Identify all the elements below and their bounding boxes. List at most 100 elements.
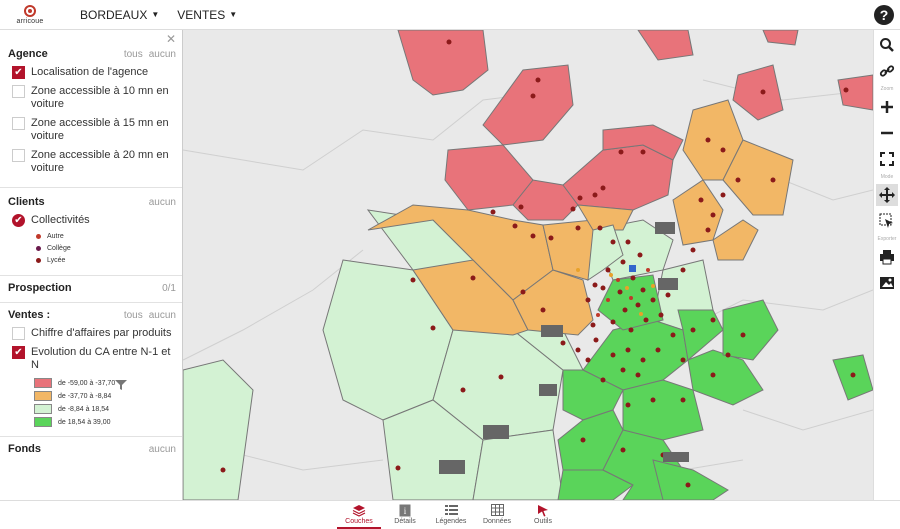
logo-mark-icon <box>24 4 36 17</box>
tab-label: Données <box>482 518 512 525</box>
swatch <box>34 417 52 427</box>
section-title: Ventes : <box>8 309 51 321</box>
menu-bordeaux-label: BORDEAUX <box>80 7 148 22</box>
tab-label: Détails <box>394 518 416 525</box>
select-area-icon[interactable] <box>876 210 898 232</box>
layer-zone-15[interactable]: Zone accessible à 15 mn en voiture <box>12 117 176 143</box>
table-icon <box>490 504 504 518</box>
bottom-tabs: Couches i Détails Légendes Données Outil… <box>337 501 567 529</box>
filter-icon[interactable] <box>114 378 128 392</box>
section-title: Clients <box>8 196 45 208</box>
select-all-link[interactable]: tous <box>124 49 143 60</box>
layer-agence-location[interactable]: ✔ Localisation de l'agence <box>12 66 176 79</box>
section-links: tous aucun <box>118 49 176 60</box>
pan-icon[interactable] <box>876 184 898 206</box>
legend-item: Lycée <box>36 257 176 264</box>
toolbar-section-label: Exporter <box>877 236 897 242</box>
swatch <box>34 391 52 401</box>
legend-item: de -8,84 à 18,54 <box>34 404 176 414</box>
radio-checked[interactable]: ✔ <box>12 214 25 227</box>
tab-label: Couches <box>345 518 373 525</box>
layers-panel: ✕ Agence tous aucun ✔ Localisation de l'a… <box>0 30 183 500</box>
client-type-legend: Autre Collège Lycée <box>36 233 176 264</box>
section-count: 0/1 <box>162 282 176 294</box>
zoom-in-icon[interactable] <box>876 96 898 118</box>
top-menu: BORDEAUX ▼ VENTES ▼ <box>80 8 255 22</box>
print-icon[interactable] <box>876 246 898 268</box>
swatch <box>34 404 52 414</box>
section-title: Agence <box>8 48 48 60</box>
legend-label: Lycée <box>47 257 66 264</box>
select-none-link[interactable]: aucun <box>149 310 176 321</box>
info-icon: i <box>399 504 411 518</box>
brand-logo[interactable]: arricoue <box>0 0 60 30</box>
list-icon <box>444 504 458 518</box>
legend-label: de -8,84 à 18,54 <box>58 405 109 413</box>
checkbox[interactable] <box>12 85 25 98</box>
checkbox[interactable] <box>12 117 25 130</box>
dot-icon <box>36 234 41 239</box>
help-icon[interactable]: ? <box>874 5 894 25</box>
link-icon[interactable] <box>876 60 898 82</box>
map-canvas[interactable] <box>183 30 873 500</box>
fullscreen-icon[interactable] <box>876 148 898 170</box>
map-view[interactable] <box>183 30 873 500</box>
layer-zone-20[interactable]: Zone accessible à 20 mn en voiture <box>12 149 176 175</box>
section-title: Fonds <box>8 443 41 455</box>
dot-icon <box>36 246 41 251</box>
checkbox-checked[interactable]: ✔ <box>12 346 25 359</box>
section-ventes: Ventes : tous aucun Chiffre d'affaires pa… <box>0 303 182 437</box>
search-icon[interactable] <box>876 34 898 56</box>
layer-label: Collectivités <box>31 214 90 226</box>
tab-couches[interactable]: Couches <box>337 501 381 529</box>
section-title: Prospection <box>8 282 72 294</box>
zoom-out-icon[interactable] <box>876 122 898 144</box>
section-agence: Agence tous aucun ✔ Localisation de l'age… <box>0 30 182 188</box>
tab-details[interactable]: i Détails <box>383 501 427 529</box>
select-none-link[interactable]: aucun <box>149 197 176 208</box>
section-links: aucun <box>143 197 176 208</box>
tab-label: Outils <box>534 518 552 525</box>
select-all-link[interactable]: tous <box>124 310 143 321</box>
layer-collectivites[interactable]: ✔ Collectivités <box>12 214 176 227</box>
select-none-link[interactable]: aucun <box>149 444 176 455</box>
toolbar-section-label: Zoom <box>880 86 894 92</box>
section-clients-header: Clients aucun <box>8 196 176 208</box>
layer-label: Localisation de l'agence <box>31 66 149 78</box>
legend-item: de 18,54 à 39,00 <box>34 417 176 427</box>
checkbox-checked[interactable]: ✔ <box>12 66 25 79</box>
tab-legendes[interactable]: Légendes <box>429 501 473 529</box>
section-prospection-header[interactable]: Prospection 0/1 <box>8 282 176 294</box>
brand-name: arricoue <box>16 17 44 25</box>
caret-down-icon: ▼ <box>151 10 160 19</box>
tab-donnees[interactable]: Données <box>475 501 519 529</box>
menu-ventes-label: VENTES <box>177 7 226 22</box>
map-toolbar: Zoom Mode Exporter <box>873 30 900 500</box>
select-none-link[interactable]: aucun <box>149 49 176 60</box>
tab-outils[interactable]: Outils <box>521 501 565 529</box>
caret-down-icon: ▼ <box>229 10 238 19</box>
legend-label: Autre <box>47 233 64 240</box>
checkbox[interactable] <box>12 327 25 340</box>
section-ventes-header: Ventes : tous aucun <box>8 309 176 321</box>
section-links: tous aucun <box>118 310 176 321</box>
image-export-icon[interactable] <box>876 272 898 294</box>
section-links: aucun <box>143 444 176 455</box>
checkbox[interactable] <box>12 149 25 162</box>
close-icon[interactable]: ✕ <box>166 32 176 46</box>
layer-label: Chiffre d'affaires par produits <box>31 327 172 339</box>
section-prospection[interactable]: Prospection 0/1 <box>0 276 182 303</box>
layer-label: Zone accessible à 15 mn en voiture <box>31 117 169 142</box>
menu-ventes[interactable]: VENTES ▼ <box>177 8 237 22</box>
legend-item: de -37,70 à -8,84 <box>34 391 176 401</box>
section-agence-header: Agence tous aucun <box>8 48 176 60</box>
layer-zone-10[interactable]: Zone accessible à 10 mn en voiture <box>12 85 176 111</box>
cursor-icon <box>537 504 549 518</box>
legend-item: Collège <box>36 245 176 252</box>
menu-bordeaux[interactable]: BORDEAUX ▼ <box>80 8 159 22</box>
layer-label: Zone accessible à 20 mn en voiture <box>31 149 169 174</box>
layer-label: Evolution du CA entre N-1 et N <box>31 346 171 371</box>
layer-evolution-ca[interactable]: ✔ Evolution du CA entre N-1 et N <box>12 346 176 372</box>
section-fonds-header: Fonds aucun <box>8 443 176 455</box>
layer-ca-produits[interactable]: Chiffre d'affaires par produits <box>12 327 176 340</box>
